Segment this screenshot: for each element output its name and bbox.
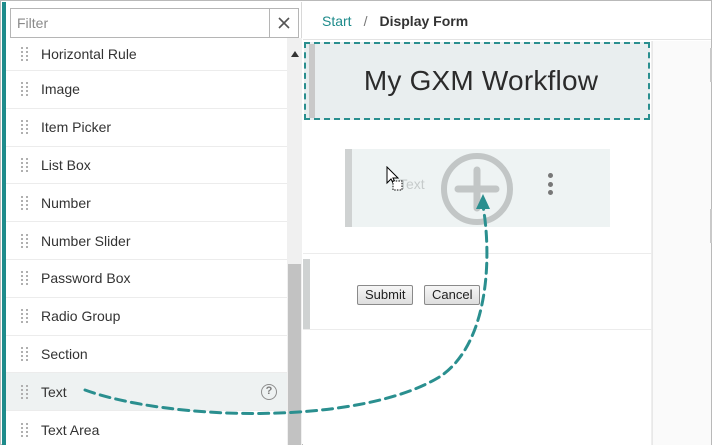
toolbox-item-image[interactable]: Image	[6, 71, 287, 109]
grip-icon	[21, 82, 31, 97]
sidebar-scrollbar[interactable]	[287, 38, 302, 445]
toolbox-item-label: Item Picker	[41, 119, 112, 136]
breadcrumb: Start / Display Form	[303, 2, 711, 40]
toolbox-item-label: Radio Group	[41, 308, 121, 325]
grip-icon	[21, 271, 31, 286]
drag-cursor-icon	[386, 166, 403, 191]
toolbox-item-label: Number Slider	[41, 232, 131, 249]
toolbox-item-label: Image	[41, 81, 80, 98]
form-designer: Start / Display Form My GXM Workflow Tex…	[303, 2, 712, 445]
toolbox-item-radio-group[interactable]: Radio Group	[6, 298, 287, 336]
toolbox-item-number-slider[interactable]: Number Slider	[6, 222, 287, 260]
breadcrumb-current: Display Form	[379, 12, 469, 29]
grip-icon	[21, 120, 31, 135]
toolbox-item-list-box[interactable]: List Box	[6, 147, 287, 185]
title-block-bar	[309, 44, 315, 118]
toolbox-item-list: Horizontal Rule Image Item Picker List B…	[6, 38, 287, 445]
form-title-block[interactable]: My GXM Workflow	[304, 42, 650, 120]
grip-icon	[21, 384, 31, 399]
toolbox-item-label: List Box	[41, 156, 91, 173]
filter-clear-button[interactable]	[269, 9, 298, 37]
buttons-row-bar	[303, 259, 310, 329]
grip-icon	[21, 157, 31, 172]
form-title: My GXM Workflow	[363, 65, 599, 96]
triangle-up-icon	[290, 51, 299, 57]
toolbox-item-number[interactable]: Number	[6, 184, 287, 223]
toolbox-item-password-box[interactable]: Password Box	[6, 260, 287, 298]
toolbox-item-text[interactable]: Text ?	[6, 373, 287, 412]
row-separator	[303, 253, 652, 254]
plus-icon	[441, 153, 513, 225]
toolbox-item-label: Number	[41, 194, 91, 211]
grip-icon	[21, 195, 31, 210]
toolbox-item-section[interactable]: Section	[6, 336, 287, 374]
help-icon[interactable]: ?	[261, 384, 277, 401]
app-window: Horizontal Rule Image Item Picker List B…	[0, 0, 712, 445]
form-buttons-row: Submit Cancel	[303, 259, 652, 329]
toolbox-item-text-area[interactable]: Text Area	[6, 411, 287, 445]
form-canvas: My GXM Workflow Text Submit Cancel	[303, 41, 652, 445]
breadcrumb-separator: /	[363, 12, 368, 29]
properties-strip	[652, 41, 712, 445]
close-icon	[278, 17, 290, 29]
drop-target-zone[interactable]: Text	[345, 149, 610, 227]
drop-zone-bar	[345, 149, 352, 227]
toolbox-item-item-picker[interactable]: Item Picker	[6, 109, 287, 147]
filter-box	[10, 8, 299, 38]
grip-icon	[21, 422, 31, 437]
toolbox-sidebar: Horizontal Rule Image Item Picker List B…	[6, 2, 302, 445]
submit-button[interactable]: Submit	[357, 285, 414, 305]
row-separator	[303, 329, 652, 330]
grip-icon	[21, 309, 31, 324]
toolbox-item-horizontal-rule[interactable]: Horizontal Rule	[6, 38, 287, 71]
grip-icon	[21, 233, 31, 248]
toolbox-item-label: Text Area	[41, 421, 100, 438]
filter-input[interactable]	[11, 9, 269, 37]
toolbox-item-label: Section	[41, 345, 88, 362]
scroll-up-button[interactable]	[287, 48, 302, 60]
scrollbar-thumb[interactable]	[288, 264, 301, 445]
cancel-button[interactable]: Cancel	[424, 285, 481, 305]
breadcrumb-start-link[interactable]: Start	[322, 13, 352, 29]
toolbox-item-label: Password Box	[41, 270, 131, 287]
toolbox-item-label: Horizontal Rule	[41, 46, 137, 62]
grip-icon	[21, 346, 31, 361]
kebab-icon[interactable]	[547, 173, 553, 195]
grip-icon	[21, 47, 31, 61]
toolbox-item-label: Text	[41, 383, 67, 400]
